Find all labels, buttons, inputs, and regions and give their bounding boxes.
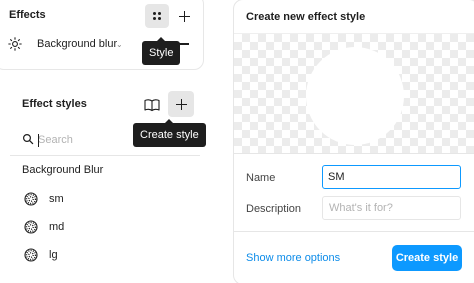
create-style-dialog: Create new effect style Name Description… [233, 0, 474, 283]
effect-preview [234, 33, 474, 154]
effect-styles-title: Effect styles [22, 98, 87, 110]
description-field[interactable] [322, 196, 461, 220]
dialog-title: Create new effect style [246, 11, 366, 23]
book-icon [144, 99, 160, 112]
search-input[interactable] [38, 130, 128, 150]
create-style-submit-button[interactable]: Create style [392, 245, 462, 271]
divider [234, 231, 474, 232]
blur-swatch-icon [24, 248, 38, 262]
divider [10, 155, 200, 156]
chevron-down-icon[interactable]: ⌄ [116, 40, 123, 49]
style-item-md[interactable]: md [22, 218, 192, 238]
preview-shape [306, 47, 404, 145]
library-button[interactable] [140, 93, 164, 117]
plus-icon [178, 10, 190, 22]
style-item-label: md [49, 221, 65, 233]
description-label: Description [246, 203, 302, 215]
style-item-sm[interactable]: sm [22, 190, 192, 210]
style-group-title[interactable]: Background Blur [22, 164, 103, 176]
effect-type-dropdown[interactable]: Background blur [37, 38, 117, 50]
style-item-lg[interactable]: lg [22, 246, 192, 266]
style-item-label: sm [49, 193, 64, 205]
style-button[interactable] [145, 4, 169, 28]
plus-icon [175, 98, 187, 110]
show-more-options-link[interactable]: Show more options [246, 252, 340, 264]
effects-title: Effects [9, 9, 46, 21]
name-field[interactable] [322, 165, 461, 189]
style-grid-icon [153, 12, 161, 20]
name-label: Name [246, 172, 276, 184]
add-effect-button[interactable] [172, 4, 196, 28]
blur-swatch-icon [24, 220, 38, 234]
remove-effect-icon[interactable] [179, 43, 189, 45]
style-item-label: lg [49, 249, 58, 261]
style-tooltip: Style [142, 37, 181, 65]
search-icon [22, 133, 34, 145]
sun-icon[interactable] [8, 37, 22, 51]
create-style-tooltip: Create style [133, 119, 206, 147]
text-cursor [38, 134, 39, 147]
create-style-button[interactable] [168, 91, 194, 117]
blur-swatch-icon [24, 192, 38, 206]
